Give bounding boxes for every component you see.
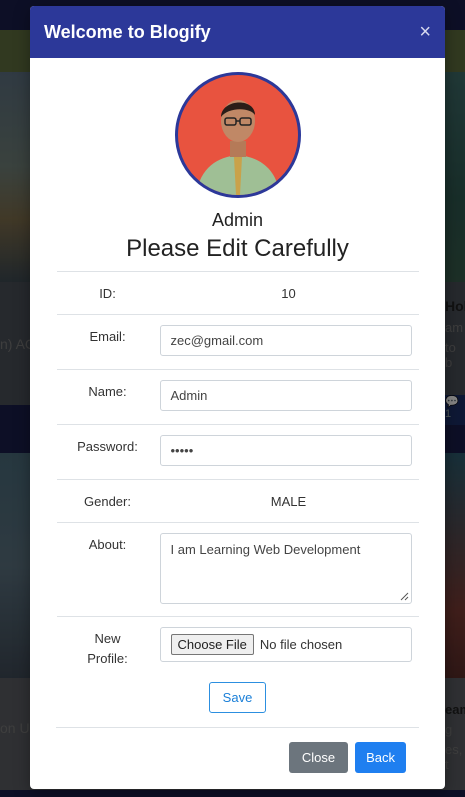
gender-label: Gender: [56, 479, 159, 523]
page-title: Please Edit Carefully [126, 235, 349, 262]
about-label: About: [56, 522, 159, 617]
avatar [174, 72, 301, 198]
form-row-id: ID: 10 [56, 271, 419, 315]
file-status: No file chosen [259, 637, 343, 652]
gender-value: MALE [158, 479, 419, 523]
about-text: I am Learning Web Development [170, 542, 361, 557]
name-label: Name: [56, 369, 159, 425]
password-label: Password: [56, 424, 159, 480]
close-button[interactable]: Close [288, 742, 349, 773]
profile-form: ID: 10 Email: zec@gmail.com Name: Admin … [56, 271, 419, 670]
form-row-name: Name: Admin [56, 369, 419, 425]
profile-file-input[interactable]: Choose File No file chosen [159, 627, 412, 662]
email-label: Email: [56, 314, 159, 370]
profile-modal: Welcome to Blogify × Admin Please Edit C [30, 6, 445, 789]
id-label: ID: [56, 271, 159, 315]
password-field[interactable]: ••••• [159, 435, 412, 466]
id-value: 10 [158, 271, 419, 315]
form-row-profile: New Profile: Choose File No file chosen [56, 616, 419, 670]
profile-label-line: New [94, 631, 121, 646]
form-row-about: About: I am Learning Web Development [56, 522, 419, 617]
form-row-gender: Gender: MALE [56, 479, 419, 523]
modal-title: Welcome to Blogify [44, 21, 211, 42]
email-field[interactable]: zec@gmail.com [159, 325, 412, 356]
profile-label-line: Profile: [87, 651, 128, 666]
form-row-password: Password: ••••• [56, 424, 419, 480]
profile-username: Admin [211, 210, 264, 230]
close-icon[interactable]: × [419, 22, 431, 42]
about-textarea[interactable]: I am Learning Web Development [159, 533, 412, 604]
resize-handle-icon[interactable] [399, 591, 409, 601]
name-field[interactable]: Admin [159, 380, 412, 411]
modal-header: Welcome to Blogify × [30, 6, 445, 58]
modal-footer: Close Back [56, 727, 419, 773]
profile-label: New Profile: [56, 616, 159, 670]
form-row-email: Email: zec@gmail.com [56, 314, 419, 370]
save-button[interactable]: Save [208, 682, 267, 713]
back-button[interactable]: Back [355, 742, 406, 773]
choose-file-button[interactable]: Choose File [170, 634, 254, 655]
